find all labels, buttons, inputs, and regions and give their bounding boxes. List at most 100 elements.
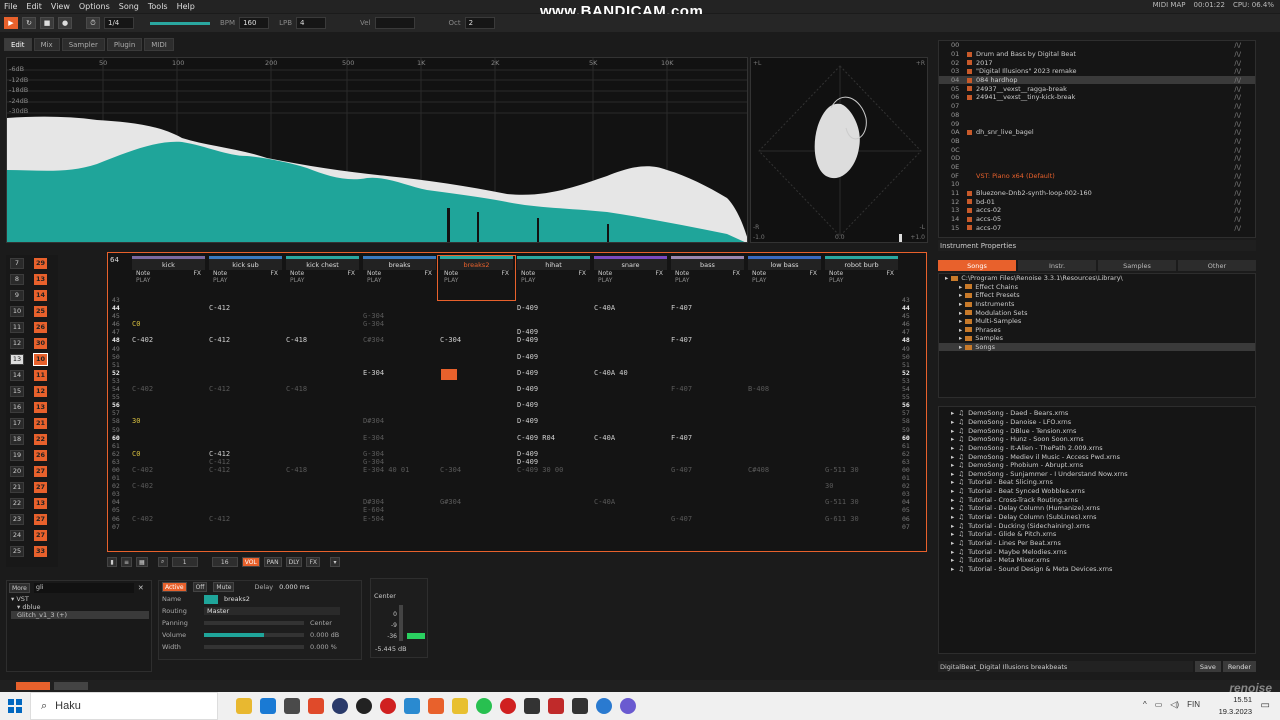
pattern-cell[interactable]: G#304 <box>440 498 514 506</box>
play-icon[interactable]: ▸ <box>951 487 954 495</box>
play-icon[interactable]: ▸ <box>951 435 954 443</box>
taskbar-search[interactable]: ⌕ Haku <box>30 692 218 720</box>
pattern-cell[interactable]: G-511 30 <box>825 498 899 506</box>
sequence-row[interactable]: 15 12 <box>6 383 58 399</box>
options-icon[interactable]: ▾ <box>330 557 341 567</box>
pattern-row[interactable]: 56 D-409 56 <box>112 401 917 409</box>
chevron-right-icon[interactable]: ▸ <box>959 300 962 308</box>
pattern-row[interactable]: 62 C0 C-412 G-304 D-409 62 <box>112 450 917 458</box>
instrument-row[interactable]: 13 accs-02 /\/ <box>939 206 1255 215</box>
pattern-slot[interactable]: 26 <box>34 321 47 333</box>
pattern-rows[interactable]: 43 43 44 C-412 D-409 C-40A F-407 44 45 G-304 45 46 C… <box>112 296 917 540</box>
pattern-cell[interactable]: C-412 <box>209 466 283 474</box>
sequence-number[interactable]: 24 <box>10 529 24 541</box>
chevron-up-icon[interactable]: ^ <box>1143 700 1147 709</box>
sequence-row[interactable]: 22 13 <box>6 495 58 511</box>
sequence-number[interactable]: 17 <box>10 417 24 429</box>
chevron-right-icon[interactable]: ▸ <box>959 283 962 291</box>
browser-tab-instr[interactable]: Instr. <box>1018 260 1096 271</box>
status-toggle[interactable] <box>16 682 50 690</box>
clock[interactable]: 15.51 19.3.2023 <box>1219 694 1252 718</box>
edit-cursor[interactable] <box>441 369 457 380</box>
pattern-slot[interactable]: 21 <box>34 417 47 429</box>
pattern-cell[interactable]: D-409 <box>517 328 591 336</box>
columns-icon[interactable]: ≡ <box>121 557 133 567</box>
pattern-row[interactable]: 55 55 <box>112 393 917 401</box>
pattern-cell[interactable]: G-611 30 <box>825 515 899 523</box>
sequence-number[interactable]: 12 <box>10 337 24 349</box>
file-item[interactable]: ▸ ♫ Tutorial - Lines Per Beat.xrns <box>939 539 1255 548</box>
instrument-row[interactable]: 03 "Digital Illusions" 2023 remake /\/ <box>939 67 1255 76</box>
octave-field[interactable]: 2 <box>464 17 495 29</box>
play-icon[interactable]: ▸ <box>951 470 954 478</box>
vst-folder[interactable]: ▾ VST <box>11 595 151 603</box>
sequence-row[interactable]: 25 33 <box>6 543 58 559</box>
file-explorer-icon[interactable] <box>236 698 252 714</box>
language-indicator[interactable]: FIN <box>1187 700 1200 709</box>
pattern-cell[interactable]: G-304 <box>363 312 437 320</box>
width-slider[interactable] <box>204 645 304 649</box>
play-icon[interactable]: ▸ <box>951 530 954 538</box>
sequence-number[interactable]: 14 <box>10 369 24 381</box>
sequence-number[interactable]: 7 <box>10 257 24 269</box>
pattern-cell[interactable]: G-511 30 <box>825 466 899 474</box>
pattern-cell[interactable]: C-418 <box>286 466 360 474</box>
play-icon[interactable]: ▸ <box>951 513 954 521</box>
chevron-right-icon[interactable]: ▸ <box>959 317 962 325</box>
bpm-field[interactable]: 160 <box>239 17 270 29</box>
pattern-cell[interactable]: C-304 <box>440 466 514 474</box>
track-header[interactable]: robot burb Note FX PLAY <box>823 256 900 300</box>
pattern-cell[interactable]: C-402 <box>132 385 206 393</box>
file-item[interactable]: ▸ ♫ DemoSong - Sunjammer - I Understand No… <box>939 469 1255 478</box>
sequence-number[interactable]: 15 <box>10 385 24 397</box>
pattern-row[interactable]: 57 57 <box>112 409 917 417</box>
sequence-row[interactable]: 23 27 <box>6 511 58 527</box>
chevron-right-icon[interactable]: ▸ <box>959 343 962 351</box>
pattern-slot[interactable]: 33 <box>34 545 47 557</box>
mute-button[interactable]: Mute <box>213 582 235 592</box>
file-item[interactable]: ▸ ♫ Tutorial - Cross-Track Routing.xrns <box>939 495 1255 504</box>
instrument-row[interactable]: 12 bd-01 /\/ <box>939 197 1255 206</box>
pan-column-toggle[interactable]: PAN <box>263 557 282 567</box>
pattern-cell[interactable]: C-402 <box>132 466 206 474</box>
menu-item-help[interactable]: Help <box>177 2 195 11</box>
menu-item-options[interactable]: Options <box>79 2 110 11</box>
file-item[interactable]: ▸ ♫ DemoSong - Mediev il Music - Access Pw… <box>939 452 1255 461</box>
off-button[interactable]: Off <box>192 582 208 592</box>
app-icon[interactable] <box>596 698 612 714</box>
sequence-row[interactable]: 10 25 <box>6 303 58 319</box>
browser-tab-other[interactable]: Other <box>1178 260 1256 271</box>
track-name[interactable]: kick <box>132 256 205 270</box>
sequence-row[interactable]: 14 11 <box>6 367 58 383</box>
pattern-row[interactable]: 07 07 <box>112 523 917 531</box>
sequence-row[interactable]: 13 10 <box>6 351 58 367</box>
lpb-field[interactable]: 4 <box>296 17 327 29</box>
pattern-cell[interactable]: F-407 <box>671 304 745 312</box>
instrument-row[interactable]: 04 084 hardhop /\/ <box>939 75 1255 85</box>
pattern-cell[interactable]: C-402 <box>132 482 206 490</box>
file-item[interactable]: ▸ ♫ DemoSong - Hunz - Soon Soon.xrns <box>939 435 1255 444</box>
sequence-number[interactable]: 8 <box>10 273 24 285</box>
tree-item[interactable]: ▸ Songs <box>939 342 1255 352</box>
file-item[interactable]: ▸ ♫ DemoSong - Danoise - LFO.xrns <box>939 418 1255 427</box>
instrument-row[interactable]: 01 Drum and Bass by Digital Beat /\/ <box>939 50 1255 59</box>
dblue-folder[interactable]: ▾ dblue <box>11 603 151 611</box>
pattern-cell[interactable]: G-407 <box>671 466 745 474</box>
menu-item-file[interactable]: File <box>4 2 17 11</box>
file-item[interactable]: ▸ ♫ Tutorial - Delay Column (SubLines).xrn… <box>939 513 1255 522</box>
play-icon[interactable]: ▸ <box>951 504 954 512</box>
file-item[interactable]: ▸ ♫ Tutorial - Meta Mixer.xrns <box>939 556 1255 565</box>
pattern-cell[interactable]: C-40A 40 <box>594 369 668 377</box>
velocity-field[interactable] <box>374 17 415 29</box>
sequence-number[interactable]: 11 <box>10 321 24 333</box>
instrument-row[interactable]: 0E /\/ <box>939 163 1255 172</box>
instrument-row[interactable]: 05 24937__vexst__ragga-break /\/ <box>939 84 1255 93</box>
chevron-right-icon[interactable]: ▸ <box>959 326 962 334</box>
pattern-cell[interactable]: D-409 <box>517 369 591 377</box>
sequence-row[interactable]: 24 27 <box>6 527 58 543</box>
pattern-cell[interactable]: E-504 <box>363 515 437 523</box>
menu-item-song[interactable]: Song <box>119 2 139 11</box>
sequence-row[interactable]: 9 14 <box>6 287 58 303</box>
sequence-number[interactable]: 21 <box>10 481 24 493</box>
play-icon[interactable]: ▸ <box>951 565 954 573</box>
